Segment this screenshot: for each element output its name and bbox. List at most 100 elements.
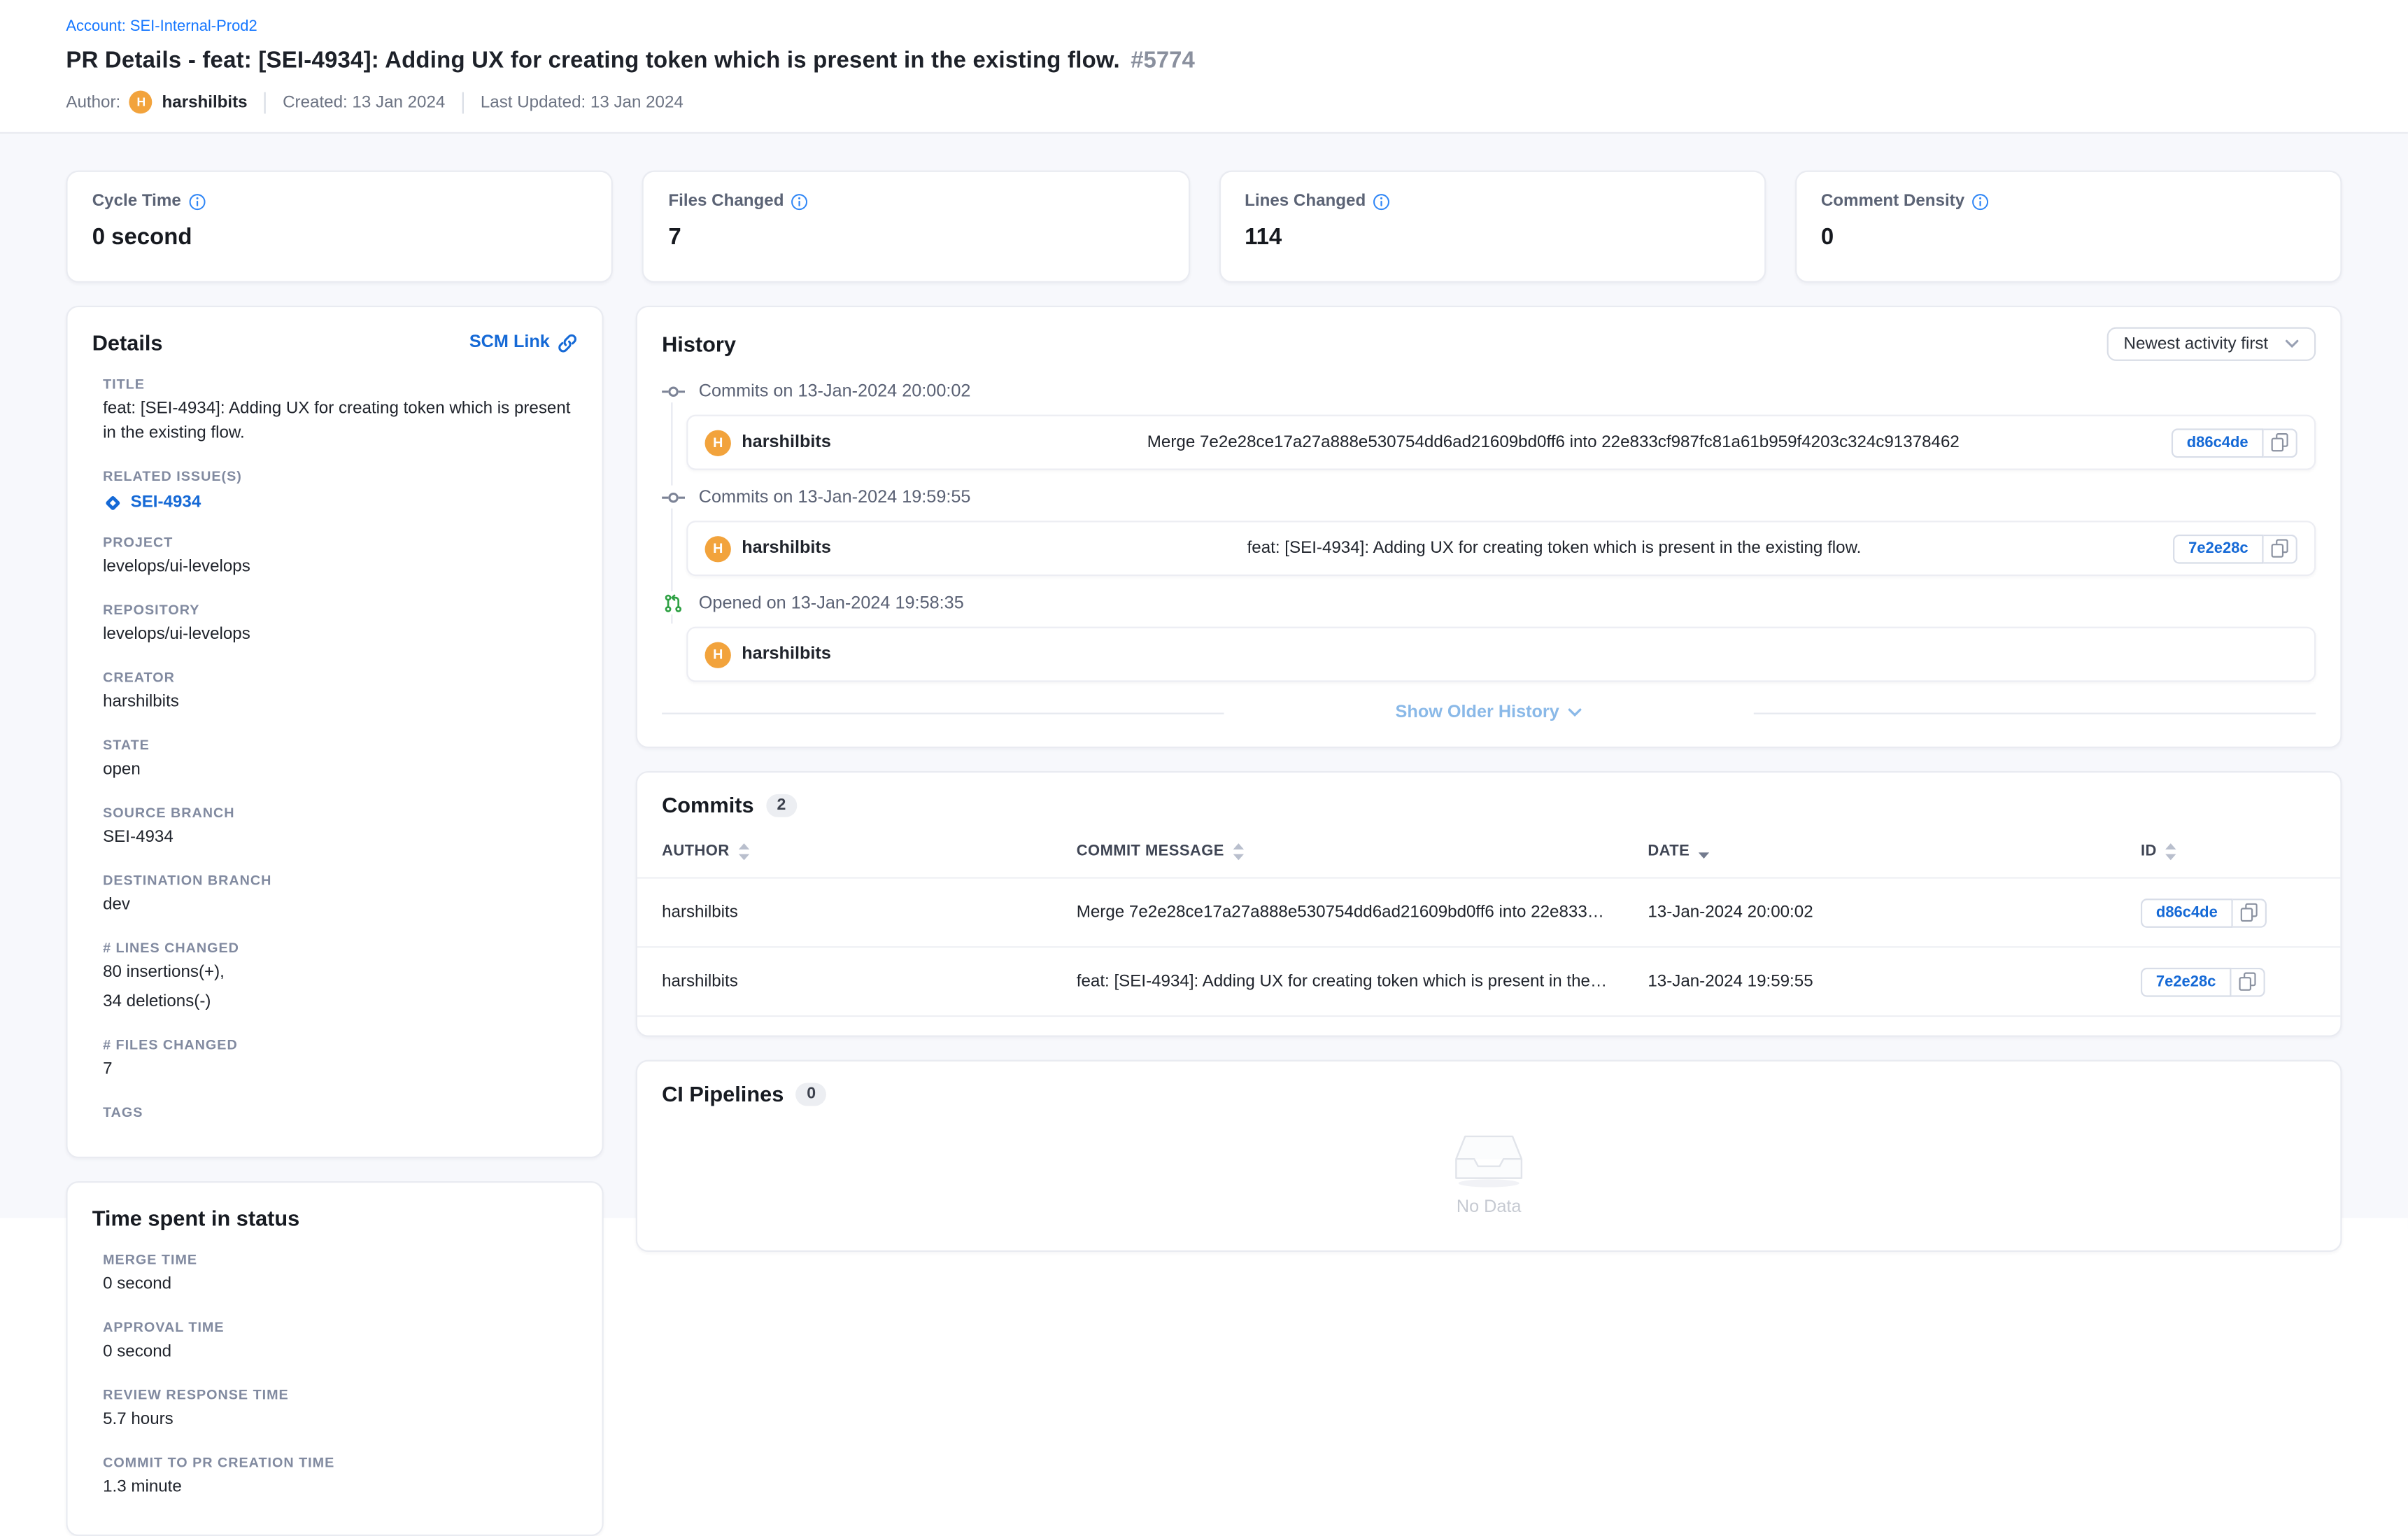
commit-hash-badge[interactable]: d86c4de xyxy=(2172,428,2264,457)
empty-inbox-icon xyxy=(1453,1131,1525,1188)
link-icon xyxy=(558,332,578,353)
field-value: 0 second xyxy=(103,1274,577,1298)
field-label: RELATED ISSUE(S) xyxy=(103,468,577,484)
field-state: STATE open xyxy=(92,737,578,783)
scm-link[interactable]: SCM Link xyxy=(469,332,578,353)
metric-label-text: Comment Density xyxy=(1821,192,1964,210)
field-project: PROJECT levelops/ui-levelops xyxy=(92,535,578,581)
metric-value: 0 second xyxy=(92,224,587,250)
history-sort-dropdown[interactable]: Newest activity first xyxy=(2106,327,2316,361)
commits-title: Commits xyxy=(662,793,754,817)
column-header-id[interactable]: ID xyxy=(2141,843,2316,859)
commit-date-cell: 13-Jan-2024 20:00:02 xyxy=(1648,903,2141,922)
metric-label: Files Changed xyxy=(668,192,1163,210)
info-icon[interactable] xyxy=(791,192,808,209)
right-column: History Newest activity first xyxy=(636,306,2342,1252)
history-group-label: Opened on 13-Jan-2024 19:58:35 xyxy=(699,593,964,612)
issue-key: SEI-4934 xyxy=(131,493,201,512)
column-label: DATE xyxy=(1648,843,1690,859)
sort-icon xyxy=(1233,843,1244,859)
metric-value: 0 xyxy=(1821,224,2316,250)
history-entry: H harshilbits feat: [SEI-4934]: Adding U… xyxy=(686,521,2316,576)
pull-request-icon xyxy=(662,591,685,614)
user-name: harshilbits xyxy=(742,433,831,451)
commit-hash-badge[interactable]: 7e2e28c xyxy=(2173,534,2263,563)
meta-divider xyxy=(264,92,266,113)
created-date: Created: 13 Jan 2024 xyxy=(283,93,445,111)
info-icon[interactable] xyxy=(1972,192,1989,209)
column-header-date[interactable]: DATE xyxy=(1648,843,2141,859)
entry-user: H harshilbits xyxy=(705,535,935,561)
column-label: AUTHOR xyxy=(662,843,730,859)
commit-icon xyxy=(662,379,685,402)
field-label: TITLE xyxy=(103,376,577,392)
user-avatar: H xyxy=(705,535,731,561)
chevron-down-icon xyxy=(2285,339,2299,348)
commit-message: Merge 7e2e28ce17a27a888e530754dd6ad21609… xyxy=(935,433,2172,451)
author-avatar: H xyxy=(129,91,153,114)
page-content: Cycle Time 0 second Files Changed 7 Line… xyxy=(0,134,2408,1218)
user-name: harshilbits xyxy=(742,539,831,557)
metric-label: Comment Density xyxy=(1821,192,2316,210)
field-label: PROJECT xyxy=(103,535,577,550)
field-label: # FILES CHANGED xyxy=(103,1038,577,1053)
history-group-label: Commits on 13-Jan-2024 20:00:02 xyxy=(699,381,971,400)
left-column: Details SCM Link TITLE feat: [SEI-4934]:… xyxy=(66,306,603,1536)
no-data-label: No Data xyxy=(1457,1198,1522,1216)
info-icon[interactable] xyxy=(189,192,206,209)
commit-message-cell: feat: [SEI-4934]: Adding UX for creating… xyxy=(1077,972,1648,990)
metric-value: 7 xyxy=(668,224,1163,250)
field-value: dev xyxy=(103,894,577,918)
user-name: harshilbits xyxy=(742,645,831,663)
commit-message-cell: Merge 7e2e28ce17a27a888e530754dd6ad21609… xyxy=(1077,903,1648,922)
last-updated-date: Last Updated: 13 Jan 2024 xyxy=(481,93,684,111)
commit-id-cell: 7e2e28c xyxy=(2141,967,2316,996)
field-creator: CREATOR harshilbits xyxy=(92,670,578,716)
entry-user: H harshilbits xyxy=(705,641,935,667)
show-older-label: Show Older History xyxy=(1396,703,1559,721)
field-commit-to-pr-time: COMMIT TO PR CREATION TIME 1.3 minute xyxy=(92,1455,578,1501)
field-value: 1.3 minute xyxy=(103,1477,577,1501)
commits-panel: Commits 2 AUTHOR COMMIT MESSAGE xyxy=(636,771,2342,1037)
metric-label-text: Lines Changed xyxy=(1245,192,1366,210)
time-spent-title: Time spent in status xyxy=(92,1206,578,1231)
commit-hash-badge[interactable]: 7e2e28c xyxy=(2141,967,2231,996)
field-value: levelops/ui-levelops xyxy=(103,556,577,580)
field-value: open xyxy=(103,759,577,783)
sort-selected-value: Newest activity first xyxy=(2124,335,2269,353)
field-review-response-time: REVIEW RESPONSE TIME 5.7 hours xyxy=(92,1388,578,1434)
field-approval-time: APPROVAL TIME 0 second xyxy=(92,1320,578,1366)
commits-table-header: AUTHOR COMMIT MESSAGE DATE ID xyxy=(637,825,2340,878)
metric-label: Lines Changed xyxy=(1245,192,1739,210)
related-issue-link[interactable]: SEI-4934 xyxy=(103,493,577,513)
copy-icon[interactable] xyxy=(2233,898,2267,927)
column-header-author[interactable]: AUTHOR xyxy=(662,843,1077,859)
copy-icon[interactable] xyxy=(2264,534,2297,563)
ci-pipelines-title: CI Pipelines xyxy=(662,1081,784,1106)
field-merge-time: MERGE TIME 0 second xyxy=(92,1253,578,1299)
account-breadcrumb-link[interactable]: Account: SEI-Internal-Prod2 xyxy=(66,18,257,35)
show-older-history-button[interactable]: Show Older History xyxy=(1396,703,1582,721)
commit-hash-group: d86c4de xyxy=(2172,428,2297,457)
details-panel: Details SCM Link TITLE feat: [SEI-4934]:… xyxy=(66,306,603,1159)
metric-card-files-changed: Files Changed 7 xyxy=(642,171,1189,283)
copy-icon[interactable] xyxy=(2231,967,2265,996)
metric-card-cycle-time: Cycle Time 0 second xyxy=(66,171,613,283)
time-spent-panel: Time spent in status MERGE TIME 0 second… xyxy=(66,1182,603,1536)
commit-message: feat: [SEI-4934]: Adding UX for creating… xyxy=(935,539,2173,557)
info-icon[interactable] xyxy=(1373,192,1390,209)
column-header-commit-message[interactable]: COMMIT MESSAGE xyxy=(1077,843,1648,859)
author-label: Author: xyxy=(66,93,120,111)
field-value: SEI-4934 xyxy=(103,826,577,850)
commit-date-cell: 13-Jan-2024 19:59:55 xyxy=(1648,972,2141,990)
field-title: TITLE feat: [SEI-4934]: Adding UX for cr… xyxy=(92,376,578,447)
field-files-changed: # FILES CHANGED 7 xyxy=(92,1038,578,1084)
column-label: COMMIT MESSAGE xyxy=(1077,843,1224,859)
history-group-opened: Opened on 13-Jan-2024 19:58:35 H harshil… xyxy=(662,591,2316,682)
copy-icon[interactable] xyxy=(2264,428,2297,457)
entry-user: H harshilbits xyxy=(705,430,935,456)
title-row: PR Details - feat: [SEI-4934]: Adding UX… xyxy=(66,48,2342,73)
field-source-branch: SOURCE BRANCH SEI-4934 xyxy=(92,804,578,850)
column-label: ID xyxy=(2141,843,2157,859)
commit-hash-badge[interactable]: d86c4de xyxy=(2141,898,2233,927)
